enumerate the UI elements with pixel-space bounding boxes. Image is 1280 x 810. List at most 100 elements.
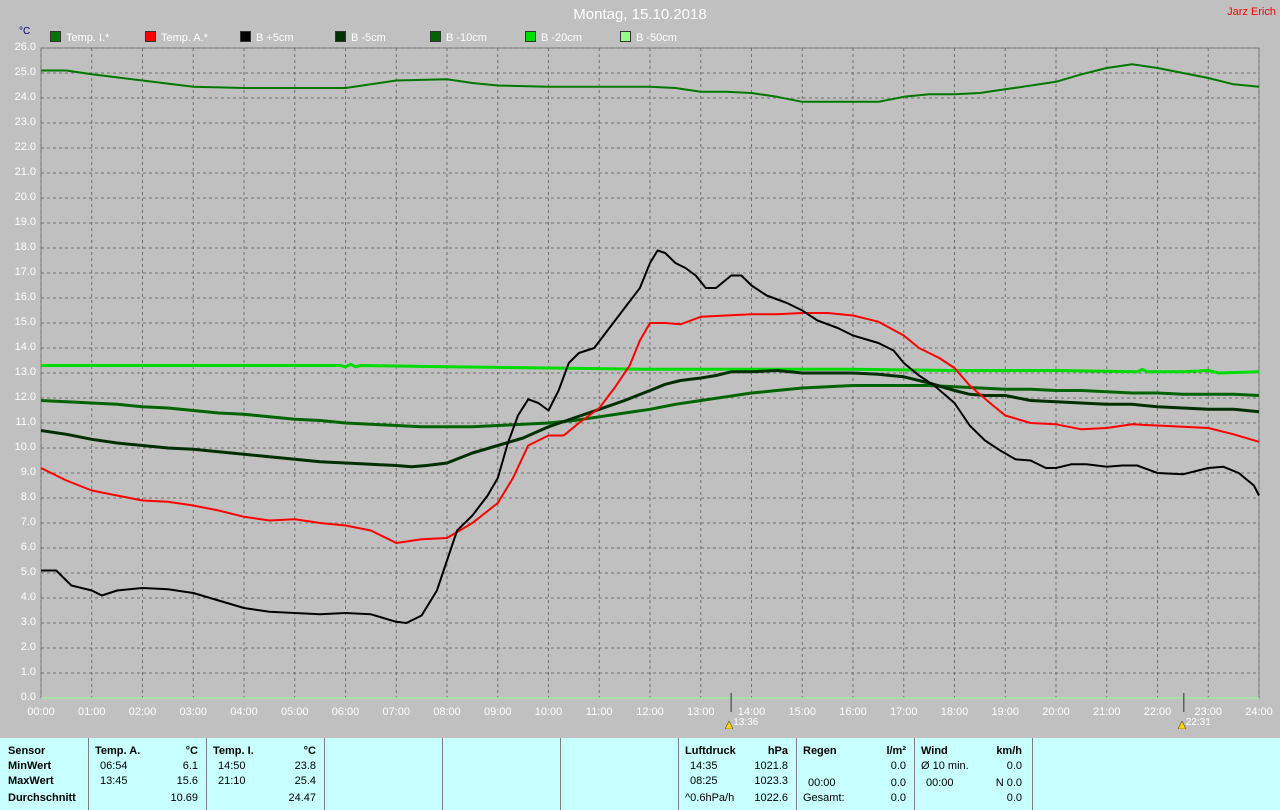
y-tick-label: 23.0 bbox=[14, 116, 36, 128]
y-tick-label: 7.0 bbox=[20, 516, 36, 528]
luftdruck-row2-time: 08:25 bbox=[690, 775, 718, 787]
y-tick-label: 5.0 bbox=[20, 566, 36, 578]
header-temp-i: Temp. I. bbox=[213, 745, 254, 757]
x-tick-label: 17:00 bbox=[889, 706, 918, 718]
x-tick-label: 10:00 bbox=[534, 706, 563, 718]
x-tick-label: 08:00 bbox=[433, 706, 461, 718]
y-tick-label: 16.0 bbox=[14, 291, 36, 303]
legend-label: B -50cm bbox=[636, 32, 677, 44]
y-tick-label: 9.0 bbox=[20, 466, 36, 478]
row-label-min: MinWert bbox=[8, 760, 52, 772]
x-tick-label: 21:00 bbox=[1092, 706, 1121, 718]
y-tick-label: 12.0 bbox=[14, 391, 36, 403]
temp-i-max-value: 25.4 bbox=[294, 775, 316, 787]
x-tick-label: 09:00 bbox=[483, 706, 512, 718]
legend-swatch bbox=[145, 31, 156, 42]
header-luftdruck: Luftdruck bbox=[685, 745, 736, 757]
chart-title: Montag, 15.10.2018 bbox=[573, 6, 707, 23]
temp-i-max-time: 21:10 bbox=[218, 775, 246, 787]
x-tick-label: 03:00 bbox=[179, 706, 208, 718]
legend-swatch bbox=[430, 31, 441, 42]
temp-a-max-time: 13:45 bbox=[100, 775, 128, 787]
x-tick-label: 24:00 bbox=[1245, 706, 1273, 718]
y-tick-label: 0.0 bbox=[20, 691, 36, 703]
x-tick-label: 00:00 bbox=[27, 706, 55, 718]
legend-item: B +5cm bbox=[240, 31, 294, 44]
legend-item: B -50cm bbox=[620, 31, 677, 44]
y-tick-label: 25.0 bbox=[14, 66, 36, 78]
temp-a-min-value: 6.1 bbox=[182, 760, 198, 772]
luftdruck-row1-time: 14:35 bbox=[690, 760, 718, 772]
x-tick-label: 12:00 bbox=[636, 706, 664, 718]
luftdruck-row3-value: 1022.6 bbox=[754, 792, 788, 804]
row-label-max: MaxWert bbox=[8, 775, 54, 787]
y-tick-label: 3.0 bbox=[20, 616, 36, 628]
header-regen-unit: l/m² bbox=[886, 745, 906, 757]
legend-label: B -5cm bbox=[351, 32, 386, 44]
luftdruck-trend-label: ^0.6hPa/h bbox=[685, 792, 735, 804]
author-label: Jarz Erich bbox=[1227, 6, 1276, 18]
legend-item: Temp. I.* bbox=[50, 31, 109, 44]
wind-row2-time: 00:00 bbox=[926, 777, 954, 789]
time-marker-label: 13:36 bbox=[733, 717, 759, 728]
regen-row2-value: 0.0 bbox=[890, 777, 906, 789]
sun-icon bbox=[1177, 716, 1187, 730]
x-tick-label: 01:00 bbox=[77, 706, 106, 718]
header-regen: Regen bbox=[803, 745, 837, 757]
header-sensor: Sensor bbox=[8, 745, 46, 757]
legend-swatch bbox=[525, 31, 536, 42]
x-tick-label: 22:00 bbox=[1143, 706, 1172, 718]
temp-i-avg-value: 24.47 bbox=[288, 792, 316, 804]
header-temp-a: Temp. A. bbox=[95, 745, 141, 757]
chart-canvas bbox=[40, 47, 1260, 712]
sun-icon bbox=[724, 716, 734, 730]
stats-panel: Sensor MinWert MaxWert Durchschnitt Temp… bbox=[0, 738, 1280, 810]
x-tick-label: 04:00 bbox=[230, 706, 258, 718]
header-temp-a-unit: °C bbox=[185, 745, 198, 757]
y-tick-label: 24.0 bbox=[14, 91, 36, 103]
legend-item: B -5cm bbox=[335, 31, 386, 44]
legend-swatch bbox=[620, 31, 631, 42]
header-wind-unit: km/h bbox=[996, 745, 1022, 757]
y-tick-label: 11.0 bbox=[15, 416, 36, 428]
legend-swatch bbox=[240, 31, 251, 42]
x-tick-label: 19:00 bbox=[991, 706, 1020, 718]
x-tick-label: 13:00 bbox=[686, 706, 715, 718]
y-tick-label: 26.0 bbox=[14, 41, 36, 53]
y-tick-label: 1.0 bbox=[20, 666, 36, 678]
temp-a-max-value: 15.6 bbox=[176, 775, 198, 787]
y-tick-label: 15.0 bbox=[14, 316, 36, 328]
y-tick-label: 17.0 bbox=[14, 266, 36, 278]
temp-a-avg-value: 10.69 bbox=[170, 792, 198, 804]
x-tick-label: 20:00 bbox=[1042, 706, 1070, 718]
header-wind: Wind bbox=[921, 745, 948, 757]
y-tick-label: 21.0 bbox=[14, 166, 36, 178]
x-tick-label: 16:00 bbox=[839, 706, 867, 718]
y-tick-label: 19.0 bbox=[14, 216, 36, 228]
temp-i-min-value: 23.8 bbox=[294, 760, 316, 772]
y-tick-label: 18.0 bbox=[14, 241, 36, 253]
header-temp-i-unit: °C bbox=[303, 745, 316, 757]
header-luftdruck-unit: hPa bbox=[767, 745, 788, 757]
regen-row2-time: 00:00 bbox=[808, 777, 836, 789]
luftdruck-row2-value: 1023.3 bbox=[754, 775, 788, 787]
wind-avg-value: 0.0 bbox=[1006, 760, 1022, 772]
y-tick-label: 20.0 bbox=[14, 191, 36, 203]
legend-label: Temp. I.* bbox=[66, 32, 110, 44]
legend-label: Temp. A.* bbox=[161, 32, 209, 44]
legend-item: B -10cm bbox=[430, 31, 487, 44]
x-tick-label: 07:00 bbox=[382, 706, 411, 718]
series-line-5 bbox=[41, 362, 1260, 375]
y-tick-label: 13.0 bbox=[14, 366, 36, 378]
y-tick-label: 4.0 bbox=[20, 591, 36, 603]
regen-row1-value: 0.0 bbox=[890, 760, 906, 772]
time-marker-label: 22:31 bbox=[1185, 717, 1211, 728]
y-tick-label: 6.0 bbox=[20, 541, 36, 553]
luftdruck-row1-value: 1021.8 bbox=[754, 760, 788, 772]
temp-a-min-time: 06:54 bbox=[100, 760, 128, 772]
regen-total-value: 0.0 bbox=[890, 792, 906, 804]
temp-i-min-time: 14:50 bbox=[218, 760, 246, 772]
legend-item: Temp. A.* bbox=[145, 31, 208, 44]
x-tick-label: 15:00 bbox=[788, 706, 817, 718]
y-tick-label: 8.0 bbox=[20, 491, 36, 503]
